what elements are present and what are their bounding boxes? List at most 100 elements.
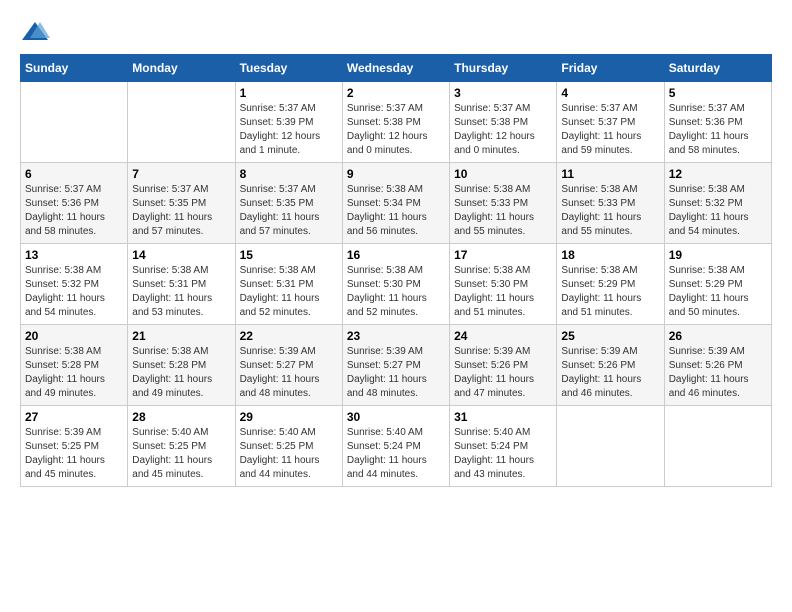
day-number: 14 [132, 248, 230, 262]
day-number: 25 [561, 329, 659, 343]
day-info: Sunrise: 5:38 AM Sunset: 5:32 PM Dayligh… [669, 183, 767, 239]
calendar-cell: 30Sunrise: 5:40 AM Sunset: 5:24 PM Dayli… [342, 406, 449, 487]
day-number: 16 [347, 248, 445, 262]
day-info: Sunrise: 5:38 AM Sunset: 5:34 PM Dayligh… [347, 183, 445, 239]
day-number: 5 [669, 86, 767, 100]
day-number: 4 [561, 86, 659, 100]
calendar-cell: 23 Sunrise: 5:39 AM Sunset: 5:27 PM Dayli… [342, 325, 449, 406]
day-number: 10 [454, 167, 552, 181]
calendar-week-row: 13 Sunrise: 5:38 AM Sunset: 5:32 PM Dayli… [21, 244, 772, 325]
calendar-cell: 17 Sunrise: 5:38 AM Sunset: 5:30 PM Dayli… [450, 244, 557, 325]
calendar-cell: 24 Sunrise: 5:39 AM Sunset: 5:26 PM Dayli… [450, 325, 557, 406]
calendar-cell: 28 Sunrise: 5:40 AM Sunset: 5:25 PM Dayli… [128, 406, 235, 487]
day-info: Sunrise: 5:37 AM Sunset: 5:37 PM Dayligh… [561, 102, 659, 158]
calendar-cell: 21 Sunrise: 5:38 AM Sunset: 5:28 PM Dayli… [128, 325, 235, 406]
calendar-cell: 25Sunrise: 5:39 AM Sunset: 5:26 PM Dayli… [557, 325, 664, 406]
calendar-week-row: 1 Sunrise: 5:37 AM Sunset: 5:39 PM Daylig… [21, 82, 772, 163]
calendar-cell: 14 Sunrise: 5:38 AM Sunset: 5:31 PM Dayli… [128, 244, 235, 325]
day-number: 13 [25, 248, 123, 262]
day-number: 31 [454, 410, 552, 424]
day-number: 15 [240, 248, 338, 262]
day-info: Sunrise: 5:38 AM Sunset: 5:28 PM Dayligh… [25, 345, 123, 401]
day-number: 23 [347, 329, 445, 343]
day-info: Sunrise: 5:37 AM Sunset: 5:39 PM Dayligh… [240, 102, 338, 158]
calendar-cell [21, 82, 128, 163]
logo [20, 20, 54, 44]
day-info: Sunrise: 5:37 AM Sunset: 5:35 PM Dayligh… [132, 183, 230, 239]
calendar-cell [664, 406, 771, 487]
day-info: Sunrise: 5:40 AM Sunset: 5:24 PM Dayligh… [454, 426, 552, 482]
calendar-week-row: 20 Sunrise: 5:38 AM Sunset: 5:28 PM Dayli… [21, 325, 772, 406]
day-number: 22 [240, 329, 338, 343]
day-number: 26 [669, 329, 767, 343]
calendar-week-row: 6Sunrise: 5:37 AM Sunset: 5:36 PM Daylig… [21, 163, 772, 244]
calendar-header-row: Sunday Monday Tuesday Wednesday Thursday… [21, 55, 772, 82]
header-monday: Monday [128, 55, 235, 82]
calendar-cell: 27Sunrise: 5:39 AM Sunset: 5:25 PM Dayli… [21, 406, 128, 487]
day-number: 9 [347, 167, 445, 181]
page-header [20, 20, 772, 44]
calendar-cell: 18 Sunrise: 5:38 AM Sunset: 5:29 PM Dayli… [557, 244, 664, 325]
day-info: Sunrise: 5:38 AM Sunset: 5:31 PM Dayligh… [132, 264, 230, 320]
day-info: Sunrise: 5:37 AM Sunset: 5:38 PM Dayligh… [454, 102, 552, 158]
calendar-cell: 5 Sunrise: 5:37 AM Sunset: 5:36 PM Daylig… [664, 82, 771, 163]
day-info: Sunrise: 5:38 AM Sunset: 5:29 PM Dayligh… [561, 264, 659, 320]
day-info: Sunrise: 5:38 AM Sunset: 5:32 PM Dayligh… [25, 264, 123, 320]
day-info: Sunrise: 5:37 AM Sunset: 5:38 PM Dayligh… [347, 102, 445, 158]
day-number: 18 [561, 248, 659, 262]
day-number: 17 [454, 248, 552, 262]
header-thursday: Thursday [450, 55, 557, 82]
logo-icon [20, 20, 50, 44]
day-number: 7 [132, 167, 230, 181]
day-number: 3 [454, 86, 552, 100]
day-number: 8 [240, 167, 338, 181]
day-info: Sunrise: 5:38 AM Sunset: 5:30 PM Dayligh… [454, 264, 552, 320]
day-number: 29 [240, 410, 338, 424]
calendar-cell [557, 406, 664, 487]
calendar-cell: 13 Sunrise: 5:38 AM Sunset: 5:32 PM Dayli… [21, 244, 128, 325]
day-number: 11 [561, 167, 659, 181]
day-info: Sunrise: 5:39 AM Sunset: 5:25 PM Dayligh… [25, 426, 123, 482]
day-info: Sunrise: 5:38 AM Sunset: 5:33 PM Dayligh… [561, 183, 659, 239]
calendar-cell: 6Sunrise: 5:37 AM Sunset: 5:36 PM Daylig… [21, 163, 128, 244]
calendar-table: Sunday Monday Tuesday Wednesday Thursday… [20, 54, 772, 487]
calendar-cell: 26Sunrise: 5:39 AM Sunset: 5:26 PM Dayli… [664, 325, 771, 406]
header-sunday: Sunday [21, 55, 128, 82]
day-number: 20 [25, 329, 123, 343]
day-info: Sunrise: 5:37 AM Sunset: 5:36 PM Dayligh… [25, 183, 123, 239]
calendar-cell: 19 Sunrise: 5:38 AM Sunset: 5:29 PM Dayli… [664, 244, 771, 325]
calendar-cell: 15Sunrise: 5:38 AM Sunset: 5:31 PM Dayli… [235, 244, 342, 325]
header-friday: Friday [557, 55, 664, 82]
day-number: 28 [132, 410, 230, 424]
day-info: Sunrise: 5:40 AM Sunset: 5:25 PM Dayligh… [240, 426, 338, 482]
day-number: 12 [669, 167, 767, 181]
header-tuesday: Tuesday [235, 55, 342, 82]
day-info: Sunrise: 5:39 AM Sunset: 5:27 PM Dayligh… [240, 345, 338, 401]
day-info: Sunrise: 5:38 AM Sunset: 5:29 PM Dayligh… [669, 264, 767, 320]
calendar-cell: 16 Sunrise: 5:38 AM Sunset: 5:30 PM Dayli… [342, 244, 449, 325]
day-number: 2 [347, 86, 445, 100]
calendar-cell: 3 Sunrise: 5:37 AM Sunset: 5:38 PM Daylig… [450, 82, 557, 163]
day-info: Sunrise: 5:39 AM Sunset: 5:27 PM Dayligh… [347, 345, 445, 401]
day-info: Sunrise: 5:39 AM Sunset: 5:26 PM Dayligh… [454, 345, 552, 401]
day-number: 19 [669, 248, 767, 262]
calendar-cell: 7 Sunrise: 5:37 AM Sunset: 5:35 PM Daylig… [128, 163, 235, 244]
day-number: 24 [454, 329, 552, 343]
day-info: Sunrise: 5:37 AM Sunset: 5:36 PM Dayligh… [669, 102, 767, 158]
calendar-cell: 1 Sunrise: 5:37 AM Sunset: 5:39 PM Daylig… [235, 82, 342, 163]
calendar-cell: 29 Sunrise: 5:40 AM Sunset: 5:25 PM Dayli… [235, 406, 342, 487]
calendar-cell: 31 Sunrise: 5:40 AM Sunset: 5:24 PM Dayli… [450, 406, 557, 487]
day-number: 21 [132, 329, 230, 343]
calendar-cell: 20 Sunrise: 5:38 AM Sunset: 5:28 PM Dayli… [21, 325, 128, 406]
calendar-week-row: 27Sunrise: 5:39 AM Sunset: 5:25 PM Dayli… [21, 406, 772, 487]
day-info: Sunrise: 5:40 AM Sunset: 5:25 PM Dayligh… [132, 426, 230, 482]
day-info: Sunrise: 5:38 AM Sunset: 5:28 PM Dayligh… [132, 345, 230, 401]
day-info: Sunrise: 5:37 AM Sunset: 5:35 PM Dayligh… [240, 183, 338, 239]
calendar-cell: 22 Sunrise: 5:39 AM Sunset: 5:27 PM Dayli… [235, 325, 342, 406]
day-info: Sunrise: 5:40 AM Sunset: 5:24 PM Dayligh… [347, 426, 445, 482]
day-info: Sunrise: 5:38 AM Sunset: 5:30 PM Dayligh… [347, 264, 445, 320]
calendar-cell [128, 82, 235, 163]
calendar-cell: 11 Sunrise: 5:38 AM Sunset: 5:33 PM Dayli… [557, 163, 664, 244]
day-number: 1 [240, 86, 338, 100]
calendar-cell: 2 Sunrise: 5:37 AM Sunset: 5:38 PM Daylig… [342, 82, 449, 163]
